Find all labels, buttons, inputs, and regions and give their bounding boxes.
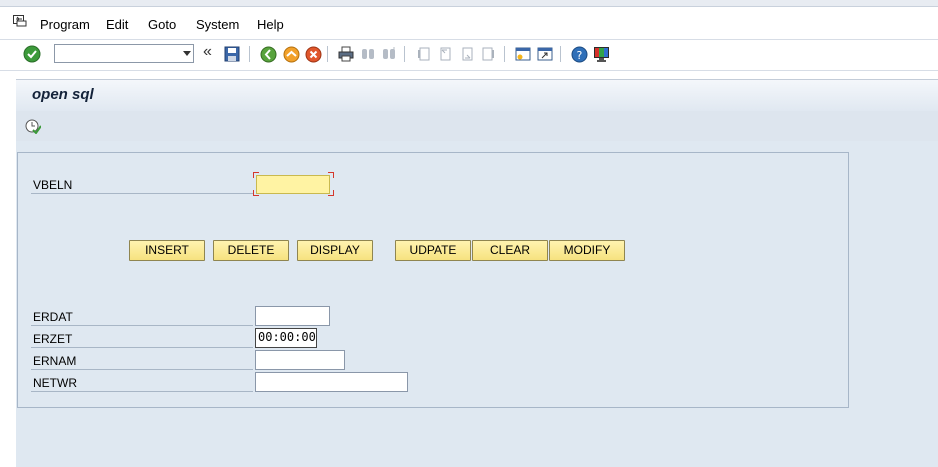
- window-top-strip: [0, 0, 938, 7]
- application-toolbar: [16, 111, 938, 141]
- required-corner-tr: [328, 172, 334, 178]
- display-button[interactable]: DISPLAY: [297, 240, 373, 261]
- clear-button[interactable]: CLEAR: [472, 240, 548, 261]
- first-page-icon: [413, 44, 433, 64]
- ernam-label: ERNAM: [33, 354, 77, 368]
- collapse-command-icon[interactable]: «: [203, 43, 212, 61]
- erzet-label: ERZET: [33, 332, 73, 346]
- menu-program[interactable]: Program: [40, 17, 90, 32]
- required-corner-tl: [253, 172, 259, 178]
- create-session-icon[interactable]: [513, 44, 533, 64]
- back-icon[interactable]: [258, 44, 278, 64]
- vbeln-label-underline: [31, 193, 253, 194]
- help-icon[interactable]: ?: [569, 44, 589, 64]
- netwr-label: NETWR: [33, 376, 77, 390]
- erzet-label-underline: [31, 347, 253, 348]
- menu-goto[interactable]: Goto: [148, 17, 176, 32]
- modify-button[interactable]: MODIFY: [549, 240, 625, 261]
- ernam-label-underline: [31, 369, 253, 370]
- menu-help[interactable]: Help: [257, 17, 284, 32]
- menu-edit[interactable]: Edit: [106, 17, 128, 32]
- last-page-icon: [479, 44, 499, 64]
- erzet-input[interactable]: 00:00:00: [255, 328, 317, 348]
- menu-bar: Program Edit Goto System Help: [0, 7, 938, 40]
- customize-layout-icon[interactable]: [591, 44, 611, 64]
- save-icon[interactable]: [222, 44, 242, 64]
- enter-icon[interactable]: [22, 44, 42, 64]
- shortcut-icon[interactable]: [535, 44, 555, 64]
- exit-icon[interactable]: [281, 44, 301, 64]
- next-page-icon: [457, 44, 477, 64]
- print-icon[interactable]: [336, 44, 356, 64]
- required-corner-bl: [253, 190, 259, 196]
- netwr-input[interactable]: [255, 372, 408, 392]
- execute-icon[interactable]: [25, 118, 41, 134]
- erdat-label-underline: [31, 325, 253, 326]
- system-menu-icon[interactable]: [13, 15, 27, 27]
- screen-title-bar: open sql: [16, 79, 938, 112]
- cancel-icon[interactable]: [303, 44, 323, 64]
- chevron-down-icon[interactable]: [183, 51, 191, 56]
- insert-button[interactable]: INSERT: [129, 240, 205, 261]
- udpate-button[interactable]: UDPATE: [395, 240, 471, 261]
- erdat-label: ERDAT: [33, 310, 73, 324]
- vbeln-input[interactable]: [256, 175, 330, 194]
- command-field[interactable]: [54, 44, 194, 63]
- previous-page-icon: [435, 44, 455, 64]
- ernam-input[interactable]: [255, 350, 345, 370]
- find-next-icon: [379, 44, 399, 64]
- page-title: open sql: [32, 86, 94, 103]
- standard-toolbar: « ?: [0, 40, 938, 71]
- find-icon: [358, 44, 378, 64]
- menu-system[interactable]: System: [196, 17, 239, 32]
- required-corner-br: [328, 190, 334, 196]
- vbeln-label: VBELN: [33, 178, 73, 192]
- delete-button[interactable]: DELETE: [213, 240, 289, 261]
- svg-text:?: ?: [576, 49, 582, 62]
- netwr-label-underline: [31, 391, 253, 392]
- erdat-input[interactable]: [255, 306, 330, 326]
